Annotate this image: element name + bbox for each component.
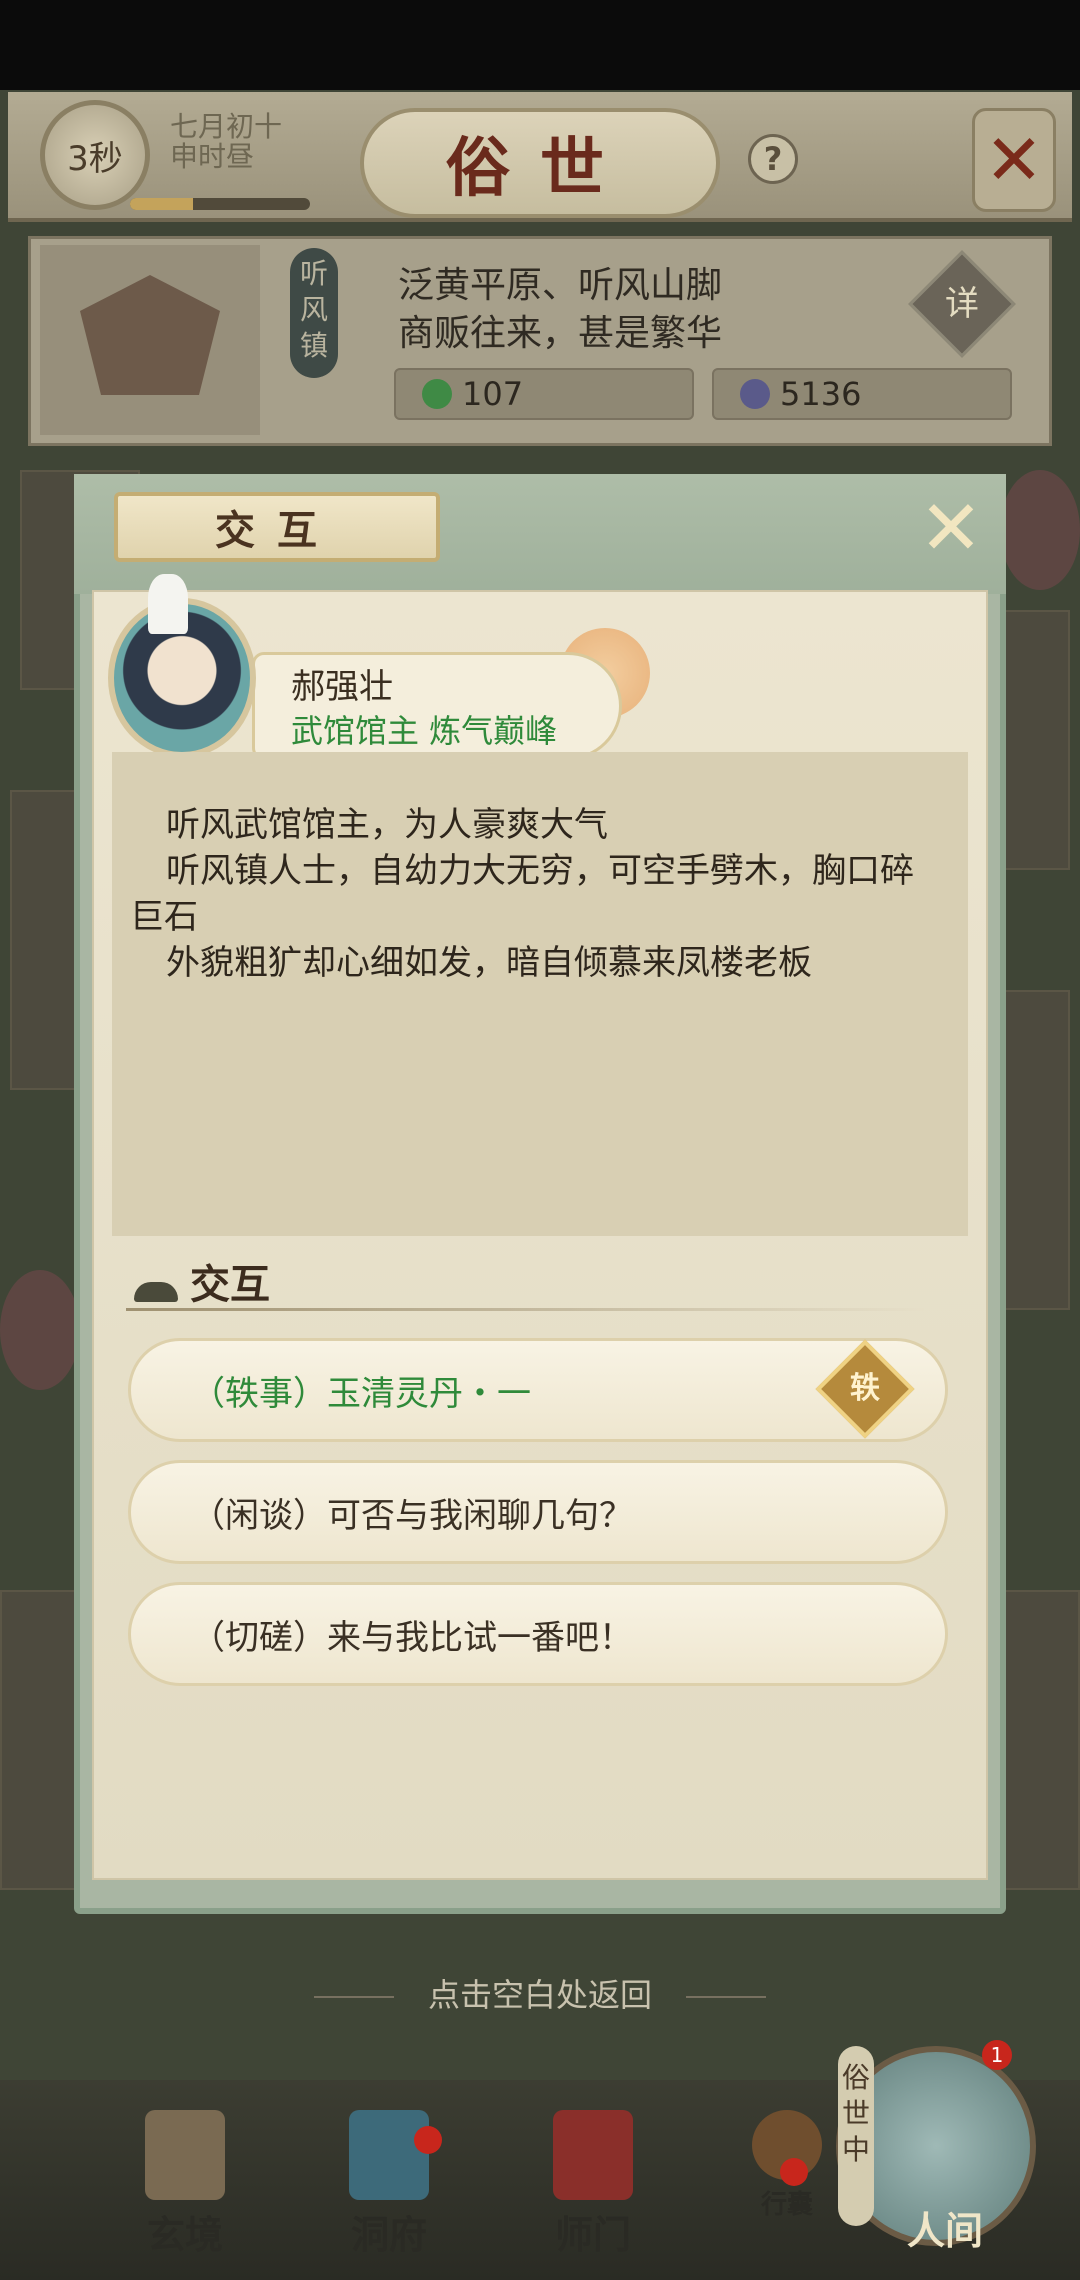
location-illustration: [40, 245, 260, 435]
badge-label: 轶: [850, 1371, 880, 1406]
nav-label: 玄境: [146, 2212, 223, 2257]
spirit-count: 107: [462, 375, 524, 413]
bio-line: 外貌粗犷却心细如发，暗自倾慕来凤楼老板: [166, 943, 812, 983]
option-label: （闲谈）可否与我闲聊几句？: [191, 1495, 633, 1536]
dialog-title: 交互: [114, 492, 440, 562]
dialog-close-icon[interactable]: ✕: [914, 483, 988, 572]
section-icon: [134, 1282, 178, 1302]
npc-bio: 听风武馆馆主，为人豪爽大气 听风镇人士，自幼力大无穷，可空手劈木，胸口碎巨石 外…: [112, 752, 968, 1236]
nav-label: 师门: [554, 2212, 631, 2257]
npc-role: 武馆馆主 炼气巅峰: [291, 712, 558, 750]
spirit-stone-icon: [422, 379, 452, 409]
timer-text: 3秒: [67, 138, 123, 179]
world-status: 俗世中: [838, 2046, 874, 2226]
coin-icon: [740, 379, 770, 409]
section-title: 交互: [190, 1261, 270, 1308]
location-desc-line2: 商贩往来，甚是繁华: [398, 313, 723, 354]
notification-dot: [780, 2158, 808, 2186]
world-count-badge: 1: [982, 2040, 1012, 2070]
resource-spirit: 107: [394, 368, 694, 420]
banner-icon: [553, 2110, 633, 2200]
option-label: （切磋）来与我比试一番吧！: [191, 1617, 633, 1658]
nav-xuanjing[interactable]: 玄境: [110, 2110, 260, 2259]
npc-namecard: 郝强壮 武馆馆主 炼气巅峰: [252, 652, 622, 760]
coin-count: 5136: [780, 375, 862, 413]
pavilion-icon: [349, 2110, 429, 2200]
period-text: 申时昼: [170, 140, 255, 173]
hint-text: 点击空白处返回: [427, 1976, 652, 2014]
option-spar[interactable]: （切磋）来与我比试一番吧！: [128, 1582, 948, 1686]
scroll-icon: [145, 2110, 225, 2200]
time-progress-fill: [130, 198, 193, 210]
location-desc-line1: 泛黄平原、听风山脚: [398, 265, 723, 306]
question-icon[interactable]: ?: [748, 134, 798, 184]
hint-ornament-left: [313, 1996, 394, 1998]
dismiss-hint[interactable]: 点击空白处返回: [0, 1970, 1080, 2016]
nav-dongfu[interactable]: 洞府: [314, 2110, 464, 2259]
nav-label: 洞府: [350, 2212, 427, 2257]
option-chat[interactable]: （闲谈）可否与我闲聊几句？: [128, 1460, 948, 1564]
close-icon[interactable]: ✕: [972, 108, 1056, 212]
npc-name: 郝强壮: [291, 667, 393, 707]
detail-label: 详: [945, 284, 979, 324]
timer-badge: 3秒: [40, 100, 150, 210]
section-divider: [126, 1308, 926, 1311]
npc-avatar: [108, 574, 256, 758]
nav-shimen[interactable]: 师门: [518, 2110, 668, 2259]
date-text: 七月初十: [170, 110, 283, 143]
date-display: 七月初十 申时昼: [170, 112, 282, 172]
location-description: 泛黄平原、听风山脚 商贩往来，甚是繁华: [398, 262, 722, 358]
page-title: 俗世: [360, 108, 720, 218]
notification-dot: [414, 2126, 442, 2154]
resource-coin: 5136: [712, 368, 1012, 420]
location-sign: 听风镇: [290, 248, 338, 378]
hint-ornament-right: [686, 1996, 767, 1998]
option-label: （轶事）玉清灵丹・一: [191, 1373, 531, 1414]
bio-line: 听风武馆馆主，为人豪爽大气: [166, 805, 608, 845]
nav-renjian[interactable]: 人间: [870, 2196, 1020, 2255]
bio-line: 听风镇人士，自幼力大无穷，可空手劈木，胸口碎巨石: [130, 851, 914, 937]
time-progress-bar: [130, 198, 310, 210]
nav-label: 人间: [906, 2208, 983, 2253]
